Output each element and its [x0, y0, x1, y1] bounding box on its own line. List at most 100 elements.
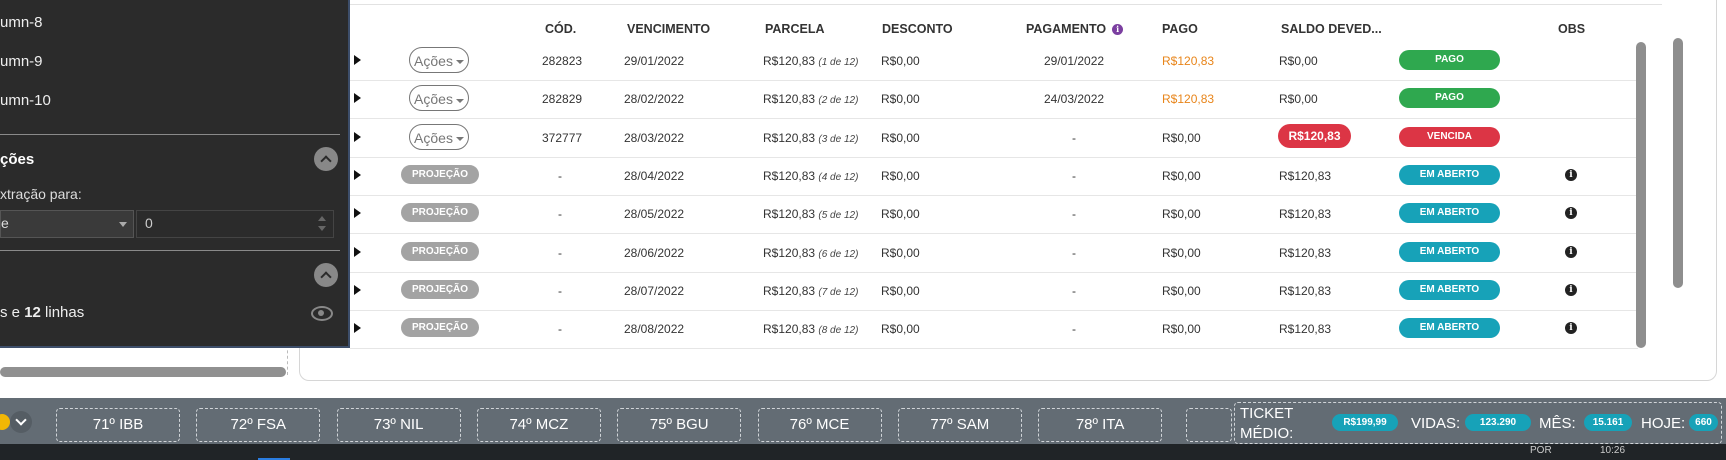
parcela-of: (2 de 12) — [818, 95, 859, 107]
spin-up-icon[interactable] — [318, 216, 326, 221]
eye-icon[interactable] — [311, 306, 333, 321]
rows-count: 12 — [24, 304, 41, 321]
expand-row-icon[interactable] — [354, 323, 361, 334]
cell-cod: - — [558, 245, 562, 260]
cell-pago: R$0,00 — [1162, 130, 1201, 145]
parcela-of: (1 de 12) — [818, 57, 859, 68]
actions-dropdown-button[interactable]: Ações — [409, 47, 469, 73]
cell-saldo: R$120,83 — [1279, 283, 1332, 298]
info-icon[interactable]: i — [1112, 24, 1124, 36]
table-row: Ações 372777 28/03/2022 R$120,83 (3 de 12) R… — [350, 119, 1638, 158]
cell-vencimento: 28/05/2022 — [624, 207, 685, 222]
actions-dropdown-button[interactable]: Ações — [409, 123, 469, 150]
header-saldo-devedor[interactable]: SALDO DEVED... — [1281, 22, 1382, 36]
caret-down-icon — [455, 98, 464, 103]
status-badge: EM ABERTO — [1399, 203, 1500, 224]
keyboard-lang: POR — [1530, 445, 1552, 456]
number-value: 0 — [145, 215, 153, 231]
header-obs[interactable]: OBS — [1558, 22, 1585, 36]
header-desconto[interactable]: DESCONTO — [882, 22, 953, 36]
header-pago[interactable]: PAGO — [1162, 22, 1198, 36]
info-icon[interactable]: i — [1565, 207, 1577, 220]
status-badge: PAGO — [1399, 50, 1500, 70]
column-item-8[interactable]: umn-8 — [0, 14, 43, 31]
inner-vertical-scrollbar[interactable] — [1636, 42, 1646, 348]
rows-summary-suffix: linhas — [40, 304, 85, 321]
rank-item[interactable]: 75º BGU — [617, 408, 742, 442]
collapse-chevron-icon[interactable] — [314, 263, 338, 287]
cell-cod: - — [558, 168, 562, 183]
cell-parcela: R$120,83 (2 de 12) — [763, 92, 858, 106]
rank-item[interactable]: 74º MCZ — [476, 408, 601, 442]
extract-select-value: e — [1, 215, 9, 231]
expand-row-icon[interactable] — [354, 131, 361, 142]
cell-desconto: R$0,00 — [881, 130, 920, 145]
ticket-label: TICKET MÉDIO: — [1240, 405, 1294, 442]
column-item-10[interactable]: umn-10 — [0, 92, 51, 109]
collapse-chevron-icon[interactable] — [314, 147, 338, 171]
expand-chevron-icon[interactable] — [10, 411, 32, 433]
header-pagamento-label: PAGAMENTO — [1026, 22, 1107, 36]
mes-value-badge: 15.161 — [1584, 414, 1632, 431]
projection-badge: PROJEÇÃO — [401, 241, 479, 261]
cell-cod: - — [558, 283, 562, 298]
column-item-9[interactable]: umn-9 — [0, 53, 43, 70]
info-icon[interactable]: i — [1565, 168, 1577, 181]
cell-pago: R$120,83 — [1162, 92, 1215, 107]
left-horizontal-scrollbar[interactable] — [0, 367, 286, 377]
rank-item-partial[interactable] — [1186, 408, 1232, 442]
header-cod[interactable]: CÓD. — [545, 22, 576, 36]
info-icon[interactable]: i — [1565, 283, 1577, 296]
cell-cod: 372777 — [542, 130, 583, 145]
parcela-value: R$120,83 — [763, 245, 816, 260]
info-icon[interactable]: i — [1565, 322, 1577, 335]
caret-down-icon — [455, 136, 464, 141]
parcela-value: R$120,83 — [763, 54, 816, 68]
panel-divider — [0, 250, 340, 251]
parcela-value: R$120,83 — [763, 92, 816, 107]
rank-item[interactable]: 73º NIL — [336, 408, 461, 442]
expand-row-icon[interactable] — [354, 55, 361, 65]
cell-vencimento: 28/03/2022 — [624, 130, 685, 145]
actions-dropdown-button[interactable]: Ações — [409, 85, 469, 112]
parcela-value: R$120,83 — [763, 283, 816, 298]
parcela-of: (4 de 12) — [818, 171, 859, 183]
table-row: PROJEÇÃO - 28/04/2022 R$120,83 (4 de 12) R$0… — [350, 157, 1638, 196]
rank-item[interactable]: 71º IBB — [56, 408, 180, 442]
rank-item[interactable]: 77º SAM — [897, 408, 1022, 442]
cell-desconto: R$0,00 — [881, 207, 920, 222]
divider — [287, 345, 288, 375]
cell-parcela: R$120,83 (4 de 12) — [763, 169, 858, 183]
overdue-balance-badge: R$120,83 — [1278, 123, 1351, 148]
cell-desconto: R$0,00 — [881, 245, 920, 260]
cell-pago: R$0,00 — [1162, 322, 1201, 337]
cell-parcela: R$120,83 (3 de 12) — [763, 131, 858, 145]
header-vencimento[interactable]: VENCIMENTO — [627, 22, 710, 36]
expand-row-icon[interactable] — [354, 93, 361, 104]
spin-down-icon[interactable] — [318, 226, 326, 231]
cell-desconto: R$0,00 — [881, 168, 920, 183]
expand-row-icon[interactable] — [354, 169, 361, 180]
table-vertical-scrollbar[interactable] — [1673, 38, 1683, 288]
rank-item[interactable]: 72º FSA — [196, 408, 321, 442]
table-row: Ações 282829 28/02/2022 R$120,83 (2 de 12) R… — [350, 80, 1638, 120]
expand-row-icon[interactable] — [354, 208, 361, 219]
cell-pagamento: 29/01/2022 — [1044, 54, 1105, 68]
expand-row-icon[interactable] — [354, 246, 361, 257]
cell-pago: R$0,00 — [1162, 168, 1201, 183]
rank-item[interactable]: 76º MCE — [757, 408, 882, 442]
extract-select[interactable]: e — [0, 210, 134, 238]
extract-number-input[interactable]: 0 — [136, 210, 334, 238]
rows-summary: s e 12 linhas — [0, 304, 84, 321]
projection-badge: PROJEÇÃO — [401, 164, 479, 184]
header-pagamento[interactable]: PAGAMENTO i — [1026, 22, 1124, 36]
status-badge: EM ABERTO — [1399, 318, 1500, 339]
cell-saldo: R$0,00 — [1279, 54, 1318, 68]
actions-label: Ações — [414, 53, 453, 69]
header-parcela[interactable]: PARCELA — [765, 22, 825, 36]
cell-pagamento: - — [1072, 245, 1076, 260]
rank-item[interactable]: 78º ITA — [1038, 408, 1163, 442]
expand-row-icon[interactable] — [354, 284, 361, 295]
cell-saldo: R$120,83 — [1279, 168, 1332, 183]
info-icon[interactable]: i — [1565, 245, 1577, 258]
